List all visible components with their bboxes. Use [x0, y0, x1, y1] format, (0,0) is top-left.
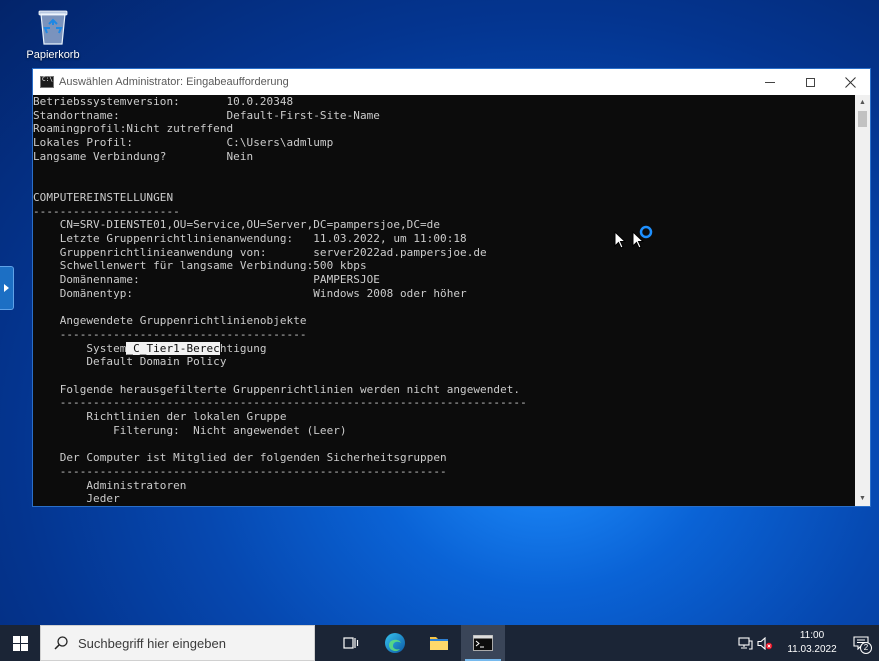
window-titlebar[interactable]: Auswählen Administrator: Eingabeaufforde… [33, 69, 870, 95]
scroll-down-button[interactable]: ▼ [855, 491, 870, 506]
notification-center-button[interactable]: 2 [843, 625, 879, 661]
cmd-taskbar-button[interactable] [461, 625, 505, 661]
selected-line-prefix: System [33, 341, 127, 355]
volume-muted-icon [757, 636, 773, 650]
cmd-app-icon [40, 76, 54, 88]
volume-tray-button[interactable] [755, 625, 775, 661]
recycle-bin-desktop-icon[interactable]: Papierkorb [26, 6, 80, 61]
clock-date: 11.03.2022 [787, 644, 837, 655]
notification-count-badge: 2 [860, 642, 872, 654]
folder-icon [430, 637, 448, 650]
search-icon [54, 636, 68, 650]
recycle-bin-icon [38, 10, 68, 45]
windows-logo-icon [12, 635, 28, 651]
maximize-button[interactable] [790, 69, 830, 95]
start-button[interactable] [0, 625, 40, 661]
selected-line-suffix: htigung [219, 341, 267, 355]
clock-time: 11:00 [799, 630, 825, 641]
minimize-button[interactable] [750, 69, 790, 95]
edge-taskbar-button[interactable] [373, 625, 417, 661]
scroll-up-button[interactable]: ▲ [855, 95, 870, 110]
search-placeholder: Suchbegriff hier eingeben [78, 635, 226, 651]
console-scrollbar[interactable]: ▲ ▼ [855, 95, 870, 506]
close-button[interactable] [830, 69, 870, 95]
task-view-icon [343, 637, 359, 649]
console-text-before: Betriebssystemversion: 10.0.20348 Stando… [33, 95, 487, 341]
scroll-thumb[interactable] [858, 111, 867, 127]
task-view-button[interactable] [329, 625, 373, 661]
side-panel-expand-tab[interactable] [0, 266, 14, 310]
file-explorer-taskbar-button[interactable] [417, 625, 461, 661]
console-selected-line: System_C_Tier1-Berechtigung [33, 341, 855, 356]
taskbar-clock[interactable]: 11:00 11.03.2022 [781, 629, 843, 657]
maximize-icon [805, 77, 815, 87]
text-selection[interactable]: _C_Tier1-Berec [126, 341, 220, 355]
taskbar: Suchbegriff hier eingeben 11:00 11.03.20… [0, 625, 879, 661]
console-output[interactable]: Betriebssystemversion: 10.0.20348 Stando… [33, 95, 855, 506]
command-prompt-window[interactable]: Auswählen Administrator: Eingabeaufforde… [32, 68, 871, 507]
cmd-icon [473, 635, 493, 651]
edge-browser-icon [385, 633, 405, 653]
minimize-icon [765, 81, 775, 83]
window-title: Auswählen Administrator: Eingabeaufforde… [59, 76, 289, 88]
network-icon [737, 636, 753, 650]
mouse-pointer-icon [614, 231, 626, 249]
taskbar-search-box[interactable]: Suchbegriff hier eingeben [40, 625, 315, 661]
close-icon [844, 76, 856, 88]
network-tray-button[interactable] [735, 625, 755, 661]
console-text-after: Default Domain Policy Folgende herausgef… [59, 355, 527, 506]
busy-cursor-icon [632, 225, 653, 249]
recycle-bin-label: Papierkorb [26, 49, 80, 61]
system-tray: 11:00 11.03.2022 2 [735, 625, 879, 661]
